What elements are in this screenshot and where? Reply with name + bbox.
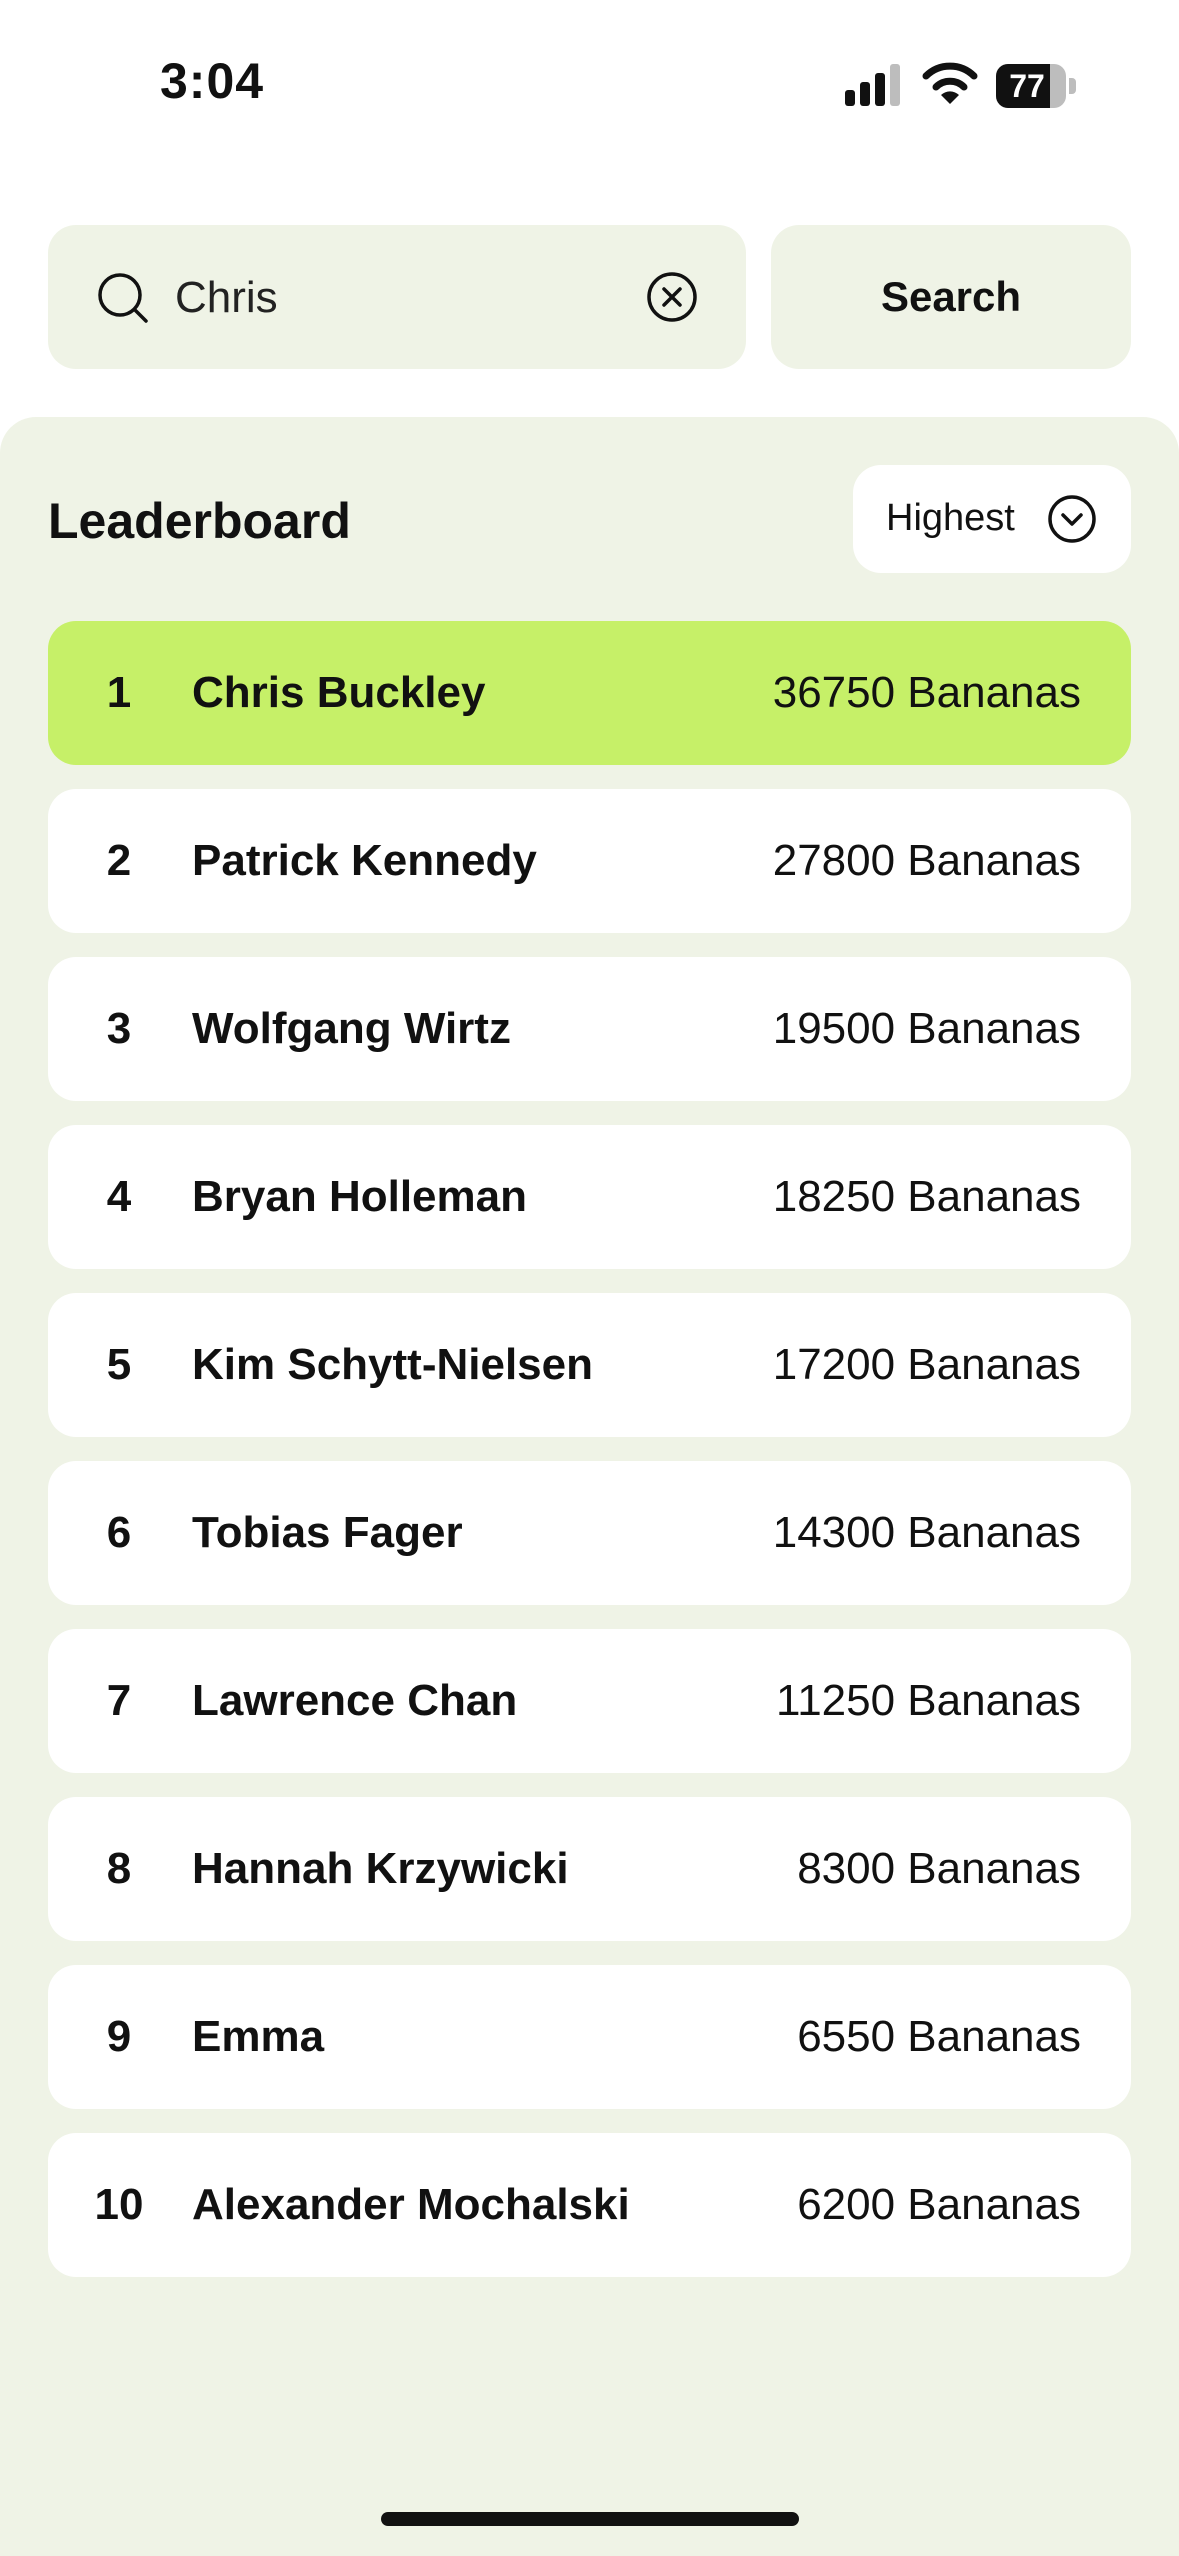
home-indicator[interactable] <box>381 2512 799 2526</box>
search-field[interactable] <box>48 225 746 369</box>
rank-number: 7 <box>106 1676 132 1725</box>
player-name: Bryan Holleman <box>192 1172 527 1221</box>
player-name: Kim Schytt-Nielsen <box>192 1340 593 1389</box>
status-time: 3:04 <box>160 53 265 109</box>
leaderboard-panel: Leaderboard Highest 1 Chris Buckley 3675… <box>0 417 1179 2556</box>
player-score: 8300 Bananas <box>797 1844 1081 1893</box>
leaderboard-row[interactable]: 3 Wolfgang Wirtz 19500 Bananas <box>48 957 1131 1101</box>
player-score: 19500 Bananas <box>772 1004 1081 1053</box>
wifi-icon <box>922 62 978 104</box>
rank-number: 1 <box>106 668 132 717</box>
sort-dropdown[interactable]: Highest <box>853 465 1131 573</box>
leaderboard-title: Leaderboard <box>48 493 351 549</box>
player-score: 18250 Bananas <box>772 1172 1081 1221</box>
chevron-down-icon <box>1048 495 1096 543</box>
sort-selected-label: Highest <box>886 497 1015 539</box>
player-name: Alexander Mochalski <box>192 2180 630 2229</box>
player-score: 17200 Bananas <box>772 1340 1081 1389</box>
search-input[interactable] <box>173 261 657 335</box>
player-name: Patrick Kennedy <box>192 836 537 885</box>
search-icon <box>98 273 148 323</box>
battery-percent: 77 <box>1009 68 1045 104</box>
leaderboard-row[interactable]: 7 Lawrence Chan 11250 Bananas <box>48 1629 1131 1773</box>
rank-number: 2 <box>106 836 132 885</box>
player-score: 6200 Bananas <box>797 2180 1081 2229</box>
player-name: Wolfgang Wirtz <box>192 1004 511 1053</box>
player-name: Chris Buckley <box>192 668 486 717</box>
player-name: Lawrence Chan <box>192 1676 518 1725</box>
rank-number: 5 <box>106 1340 132 1389</box>
player-name: Hannah Krzywicki <box>192 1844 569 1893</box>
leaderboard-row[interactable]: 6 Tobias Fager 14300 Bananas <box>48 1461 1131 1605</box>
rank-number: 9 <box>106 2012 132 2061</box>
leaderboard-row-highlighted[interactable]: 1 Chris Buckley 36750 Bananas <box>48 621 1131 765</box>
battery-icon: 77 <box>996 64 1078 108</box>
player-score: 11250 Bananas <box>775 1676 1081 1725</box>
clear-icon[interactable] <box>646 271 698 323</box>
player-score: 27800 Bananas <box>772 836 1081 885</box>
leaderboard-row[interactable]: 9 Emma 6550 Bananas <box>48 1965 1131 2109</box>
player-name: Emma <box>192 2012 325 2061</box>
rank-number: 3 <box>106 1004 132 1053</box>
player-name: Tobias Fager <box>192 1508 463 1557</box>
leaderboard-row[interactable]: 2 Patrick Kennedy 27800 Bananas <box>48 789 1131 933</box>
search-button[interactable]: Search <box>771 225 1131 369</box>
leaderboard-list: 1 Chris Buckley 36750 Bananas 2 Patrick … <box>48 621 1131 2301</box>
leaderboard-row[interactable]: 10 Alexander Mochalski 6200 Bananas <box>48 2133 1131 2277</box>
status-bar: 3:04 77 <box>0 0 1179 170</box>
player-score: 6550 Bananas <box>797 2012 1081 2061</box>
rank-number: 8 <box>106 1844 132 1893</box>
cellular-signal-icon <box>845 64 900 106</box>
leaderboard-row[interactable]: 8 Hannah Krzywicki 8300 Bananas <box>48 1797 1131 1941</box>
rank-number: 6 <box>106 1508 132 1557</box>
leaderboard-row[interactable]: 4 Bryan Holleman 18250 Bananas <box>48 1125 1131 1269</box>
player-score: 36750 Bananas <box>772 668 1081 717</box>
rank-number: 4 <box>106 1172 132 1221</box>
player-score: 14300 Bananas <box>772 1508 1081 1557</box>
rank-number: 10 <box>94 2180 144 2229</box>
leaderboard-row[interactable]: 5 Kim Schytt-Nielsen 17200 Bananas <box>48 1293 1131 1437</box>
